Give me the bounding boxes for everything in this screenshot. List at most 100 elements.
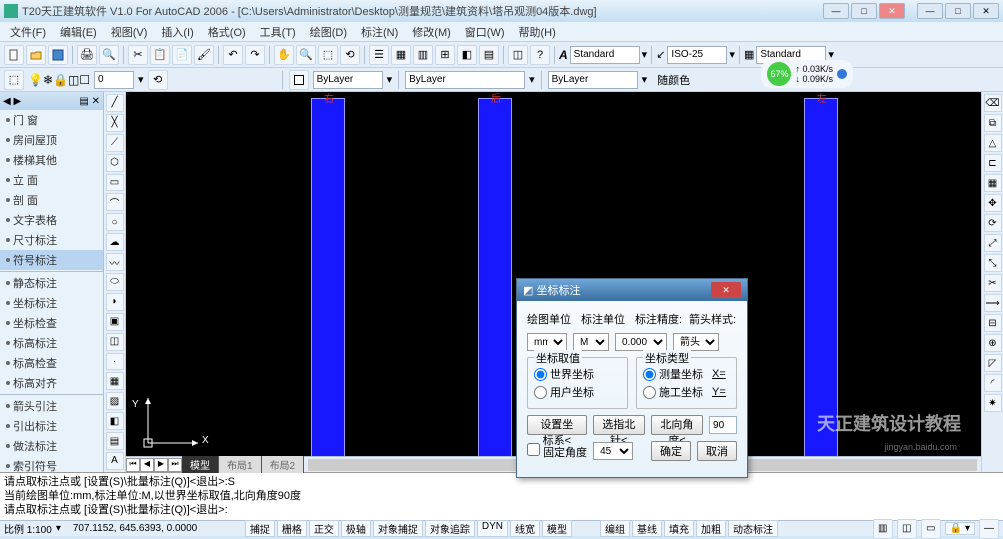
redo-button[interactable]: ↷ — [245, 45, 265, 65]
block-tool[interactable]: ◫ — [106, 333, 124, 351]
linetype-input[interactable] — [405, 71, 525, 89]
input-angle[interactable] — [709, 416, 737, 434]
doc-close-button[interactable]: ✕ — [973, 3, 999, 19]
menu-item[interactable]: 标注(N) — [355, 22, 404, 42]
status-toggle[interactable]: DYN — [477, 520, 508, 537]
gradient-tool[interactable]: ▨ — [106, 392, 124, 410]
arc-tool[interactable]: ⌒ — [106, 193, 124, 211]
tab-next[interactable]: ▶ — [154, 458, 168, 472]
layers-icon[interactable]: ⬚ — [4, 70, 24, 90]
status-toggle[interactable]: 模型 — [542, 520, 572, 537]
cut-button[interactable]: ✂ — [128, 45, 148, 65]
menu-item[interactable]: 插入(I) — [155, 22, 199, 42]
table-tool[interactable]: ▤ — [106, 432, 124, 450]
status-toggle[interactable]: 加粗 — [696, 520, 726, 537]
mtext-tool[interactable]: A — [106, 452, 124, 470]
pline-tool[interactable]: ⟋ — [106, 134, 124, 152]
sidebar-item[interactable]: 标高检查 — [0, 353, 103, 373]
btn-cancel[interactable]: 取消 — [697, 441, 737, 461]
status-toggle[interactable]: 极轴 — [341, 520, 371, 537]
menu-item[interactable]: 绘图(D) — [304, 22, 353, 42]
doc-maximize-button[interactable]: □ — [945, 3, 971, 19]
close-button[interactable]: ✕ — [879, 3, 905, 19]
point-tool[interactable]: · — [106, 353, 124, 371]
scale-tool[interactable]: ⤢ — [984, 234, 1002, 252]
sidebar-item[interactable]: 尺寸标注 — [0, 230, 103, 250]
select-mark-unit[interactable]: M — [573, 333, 609, 351]
preview-button[interactable]: 🔍 — [99, 45, 119, 65]
btn-north[interactable]: 选指北针< — [593, 415, 645, 435]
ellipse-tool[interactable]: ⬭ — [106, 273, 124, 291]
status-toggle[interactable]: 捕捉 — [245, 520, 275, 537]
select-fixed-angle[interactable]: 45 — [593, 442, 633, 460]
status-toggle[interactable]: 基线 — [632, 520, 662, 537]
sidebar-item[interactable]: 文字表格 — [0, 210, 103, 230]
tab-model[interactable]: 模型 — [182, 456, 219, 473]
scale-label[interactable]: 比例 1:100 — [4, 521, 52, 536]
btn-set-coord[interactable]: 设置坐标系< — [527, 415, 587, 435]
sidebar-item[interactable]: 剖 面 — [0, 190, 103, 210]
region-tool[interactable]: ◧ — [106, 412, 124, 430]
lineweight-input[interactable] — [548, 71, 638, 89]
open-button[interactable] — [26, 45, 46, 65]
fillet-tool[interactable]: ◜ — [984, 374, 1002, 392]
revcloud-tool[interactable]: ☁ — [106, 233, 124, 251]
layer-prev-icon[interactable]: ⟲ — [148, 70, 168, 90]
status-toggle[interactable]: 对象追踪 — [425, 520, 475, 537]
chk-fixed-angle[interactable]: 固定角度 — [527, 443, 587, 460]
menu-item[interactable]: 格式(O) — [202, 22, 252, 42]
array-tool[interactable]: ▦ — [984, 174, 1002, 192]
menu-item[interactable]: 帮助(H) — [513, 22, 562, 42]
rect-tool[interactable]: ▭ — [106, 174, 124, 192]
menu-item[interactable]: 窗口(W) — [459, 22, 511, 42]
sidebar-item[interactable]: 坐标检查 — [0, 313, 103, 333]
copy-button[interactable]: 📋 — [150, 45, 170, 65]
sidebar-item[interactable]: 索引符号 — [0, 456, 103, 472]
extend-tool[interactable]: ⟶ — [984, 294, 1002, 312]
color-swatch[interactable] — [289, 70, 309, 90]
explode-tool[interactable]: ✷ — [984, 394, 1002, 412]
tab-prev[interactable]: ◀ — [140, 458, 154, 472]
join-tool[interactable]: ⊕ — [984, 334, 1002, 352]
status-toggle[interactable]: 编组 — [600, 520, 630, 537]
stretch-tool[interactable]: ⤡ — [984, 254, 1002, 272]
insert-tool[interactable]: ▣ — [106, 313, 124, 331]
sidebar-item[interactable]: 门 窗 — [0, 110, 103, 130]
zoom-prev-button[interactable]: ⟲ — [340, 45, 360, 65]
designcenter-button[interactable]: ▦ — [391, 45, 411, 65]
color-input[interactable] — [313, 71, 383, 89]
zoom-window-button[interactable]: ⬚ — [318, 45, 338, 65]
block-button[interactable]: ◫ — [508, 45, 528, 65]
status-lock[interactable]: 🔒 ▾ — [945, 522, 975, 535]
paste-button[interactable]: 📄 — [172, 45, 192, 65]
new-button[interactable] — [4, 45, 24, 65]
status-toggle[interactable]: 正交 — [309, 520, 339, 537]
status-toggle[interactable]: 动态标注 — [728, 520, 778, 537]
props-button[interactable]: ☰ — [369, 45, 389, 65]
maximize-button[interactable]: □ — [851, 3, 877, 19]
sidebar-item[interactable]: 标高对齐 — [0, 373, 103, 393]
menu-item[interactable]: 文件(F) — [4, 22, 52, 42]
tab-first[interactable]: ⏮ — [126, 458, 140, 472]
btn-ok[interactable]: 确定 — [651, 441, 691, 461]
sidebar-item[interactable]: 立 面 — [0, 170, 103, 190]
circle-tool[interactable]: ○ — [106, 213, 124, 231]
tab-layout2[interactable]: 布局2 — [262, 456, 305, 473]
undo-button[interactable]: ↶ — [223, 45, 243, 65]
menu-item[interactable]: 编辑(E) — [54, 22, 103, 42]
select-draw-unit[interactable]: mm — [527, 333, 567, 351]
polygon-tool[interactable]: ⬡ — [106, 154, 124, 172]
radio-user[interactable]: 用户坐标 — [534, 384, 621, 400]
help-button[interactable]: ? — [530, 45, 550, 65]
select-arrow[interactable]: 箭头 — [673, 333, 719, 351]
calc-button[interactable]: ▤ — [479, 45, 499, 65]
tab-last[interactable]: ⏭ — [168, 458, 182, 472]
sidebar-item[interactable]: 坐标标注 — [0, 293, 103, 313]
btn-north-angle[interactable]: 北向角度< — [651, 415, 703, 435]
mirror-tool[interactable]: △ — [984, 134, 1002, 152]
markup-button[interactable]: ◧ — [457, 45, 477, 65]
save-button[interactable] — [48, 45, 68, 65]
hatch-tool[interactable]: ▦ — [106, 372, 124, 390]
toolpalette-button[interactable]: ▥ — [413, 45, 433, 65]
break-tool[interactable]: ⊟ — [984, 314, 1002, 332]
